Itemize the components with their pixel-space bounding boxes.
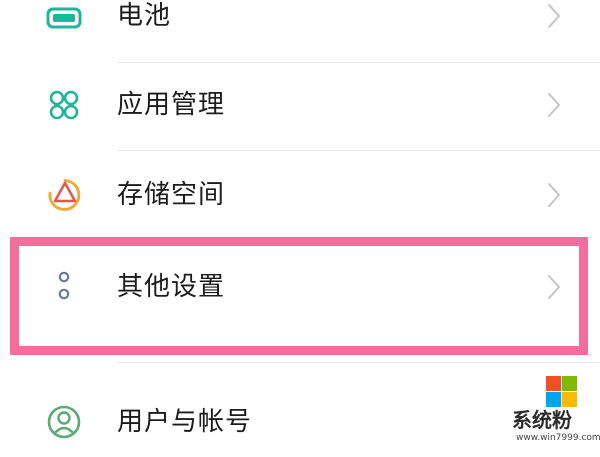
settings-item-label: 电池 [117,1,172,31]
logo-tile-blue [546,392,561,407]
settings-item-label: 存储空间 [117,180,226,210]
settings-item-app-management[interactable]: 应用管理 [0,70,600,140]
divider [117,62,600,63]
divider [117,362,600,363]
divider [117,150,600,151]
windows-logo-icon [546,376,577,407]
settings-list: 电池 应用管理 存储空间 其他设置 用户与帐号 系统粉 www.win7999.… [0,0,600,450]
logo-tile-yellow [562,392,577,407]
storage-pie-icon [44,177,84,213]
chevron-right-icon [543,180,563,210]
chevron-right-icon [543,272,563,302]
watermark-url: www.win7999.com [516,433,600,443]
watermark: 系统粉 www.win7999.com [512,374,600,446]
settings-item-storage[interactable]: 存储空间 [0,160,600,230]
battery-icon [44,0,84,34]
logo-tile-red [546,376,561,391]
chevron-right-icon [543,1,563,31]
settings-item-label: 其他设置 [117,272,226,302]
watermark-text: 系统粉 [512,408,572,432]
more-dots-icon [44,269,84,305]
settings-item-battery[interactable]: 电池 [0,0,600,51]
settings-item-user-account[interactable]: 用户与帐号 [0,387,600,457]
settings-item-label: 用户与帐号 [117,407,253,437]
apps-grid-icon [44,87,84,123]
settings-item-label: 应用管理 [117,90,226,120]
user-account-icon [44,404,84,440]
chevron-right-icon [543,90,563,120]
settings-item-other-settings[interactable]: 其他设置 [0,252,600,322]
logo-tile-green [562,376,577,391]
